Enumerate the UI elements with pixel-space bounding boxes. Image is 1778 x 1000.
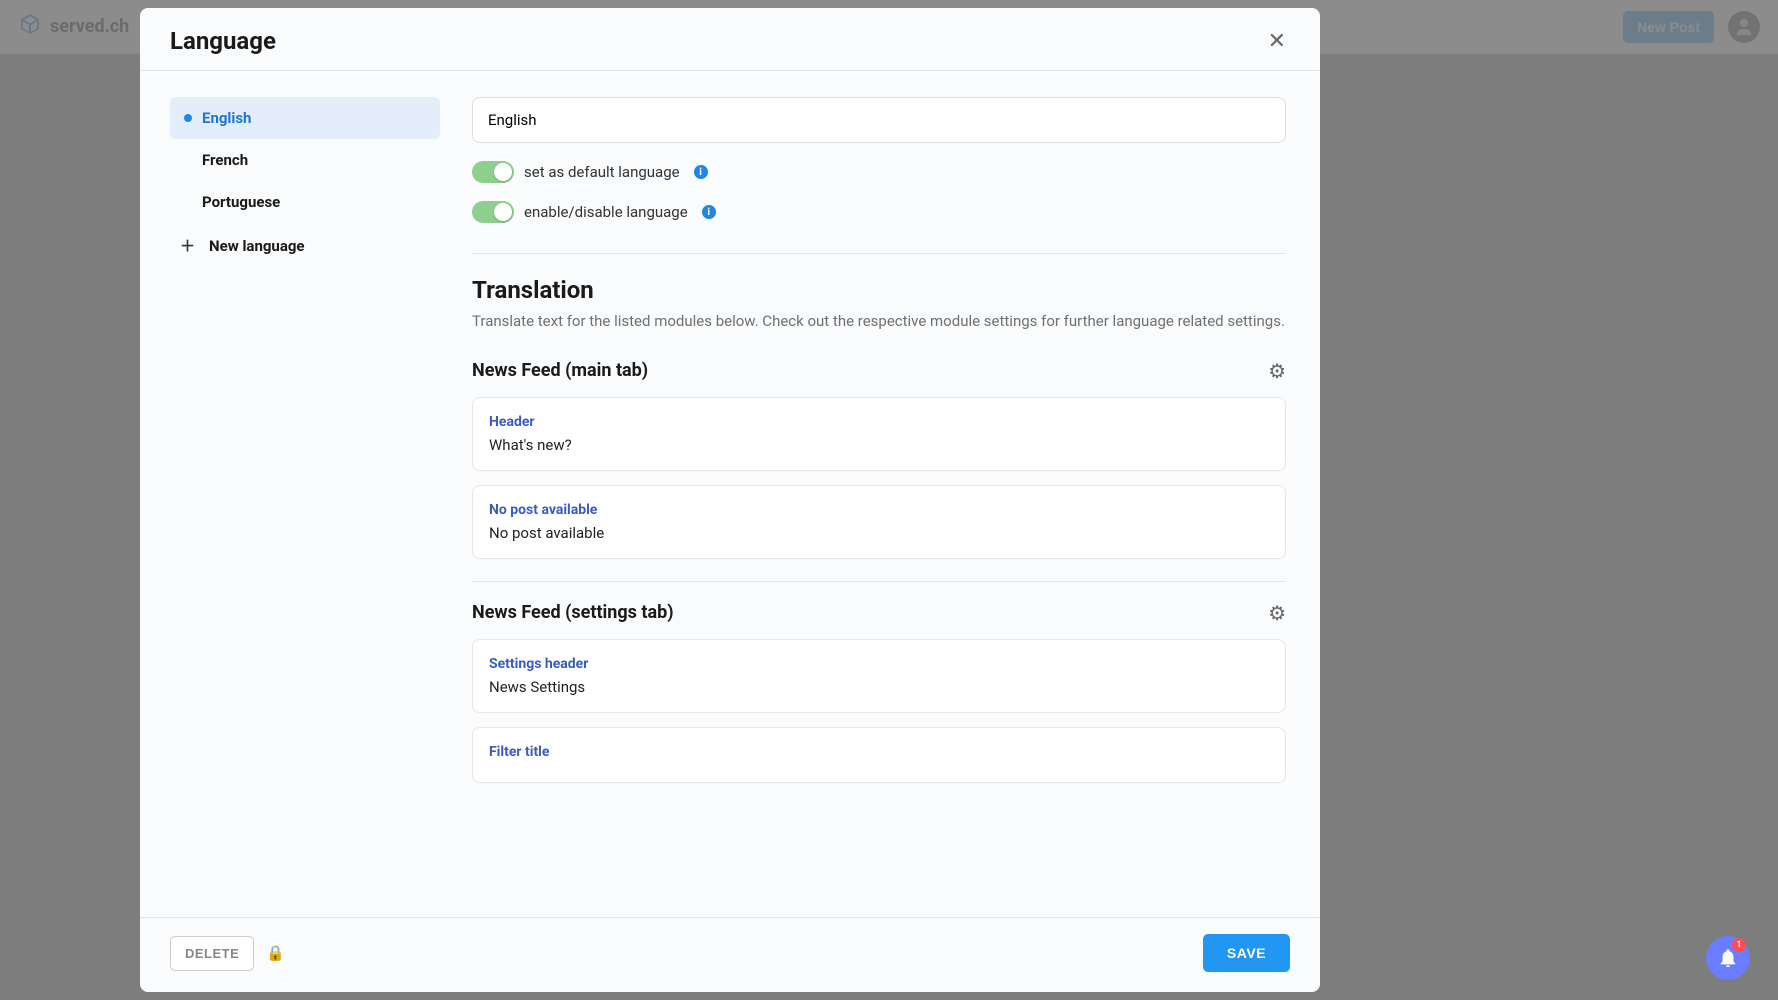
module-header-news-main: News Feed (main tab) ⚙ [472, 360, 1286, 381]
inactive-dot-icon [184, 198, 192, 206]
translation-field-no-post[interactable]: No post available No post available [472, 485, 1286, 559]
field-label: Filter title [489, 744, 1269, 760]
info-icon[interactable]: i [702, 205, 716, 219]
active-dot-icon [184, 114, 192, 122]
toggle-default-language[interactable] [472, 161, 514, 183]
module-title: News Feed (settings tab) [472, 602, 674, 623]
sidebar-item-label: Portuguese [202, 193, 280, 211]
dialog-title: Language [170, 27, 276, 55]
notification-fab[interactable]: 1 [1706, 936, 1750, 980]
translation-field-settings-header[interactable]: Settings header News Settings [472, 639, 1286, 713]
toggle-default-language-row: set as default language i [472, 161, 1286, 183]
module-divider [472, 581, 1286, 582]
info-icon[interactable]: i [694, 165, 708, 179]
add-language-button[interactable]: ＋ New language [170, 223, 440, 268]
language-name-input[interactable] [472, 97, 1286, 143]
language-sidebar: English French Portuguese ＋ New language [170, 97, 440, 917]
field-label: Header [489, 414, 1269, 430]
toggle-enable-language-label: enable/disable language [524, 203, 688, 221]
dialog-content: set as default language i enable/disable… [472, 97, 1290, 917]
dialog-header: Language ✕ [140, 8, 1320, 70]
sidebar-item-label: French [202, 151, 248, 169]
translation-field-filter-title[interactable]: Filter title [472, 727, 1286, 783]
plus-icon: ＋ [180, 235, 195, 256]
field-value: No post available [489, 524, 1269, 542]
add-language-label: New language [209, 237, 305, 255]
save-button[interactable]: SAVE [1203, 934, 1290, 972]
close-icon[interactable]: ✕ [1264, 26, 1290, 56]
field-value: What's new? [489, 436, 1269, 454]
inactive-dot-icon [184, 156, 192, 164]
module-title: News Feed (main tab) [472, 360, 648, 381]
module-header-news-settings: News Feed (settings tab) ⚙ [472, 602, 1286, 623]
sidebar-item-english[interactable]: English [170, 97, 440, 139]
field-label: Settings header [489, 656, 1269, 672]
lock-icon: 🔒 [266, 944, 285, 962]
dialog-body: English French Portuguese ＋ New language… [140, 70, 1320, 917]
sidebar-item-label: English [202, 109, 251, 127]
translation-section-description: Translate text for the listed modules be… [472, 312, 1286, 330]
field-value: News Settings [489, 678, 1269, 696]
section-divider [472, 253, 1286, 254]
gear-icon[interactable]: ⚙ [1268, 603, 1286, 623]
language-dialog: Language ✕ English French Portuguese ＋ N… [140, 8, 1320, 992]
sidebar-item-french[interactable]: French [170, 139, 440, 181]
notification-badge: 1 [1732, 938, 1746, 952]
toggle-default-language-label: set as default language [524, 163, 680, 181]
translation-field-header[interactable]: Header What's new? [472, 397, 1286, 471]
sidebar-item-portuguese[interactable]: Portuguese [170, 181, 440, 223]
field-label: No post available [489, 502, 1269, 518]
gear-icon[interactable]: ⚙ [1268, 361, 1286, 381]
translation-section-title: Translation [472, 276, 1286, 304]
dialog-footer: DELETE 🔒 SAVE [140, 917, 1320, 992]
delete-button[interactable]: DELETE [170, 936, 254, 971]
toggle-enable-language-row: enable/disable language i [472, 201, 1286, 223]
toggle-enable-language[interactable] [472, 201, 514, 223]
